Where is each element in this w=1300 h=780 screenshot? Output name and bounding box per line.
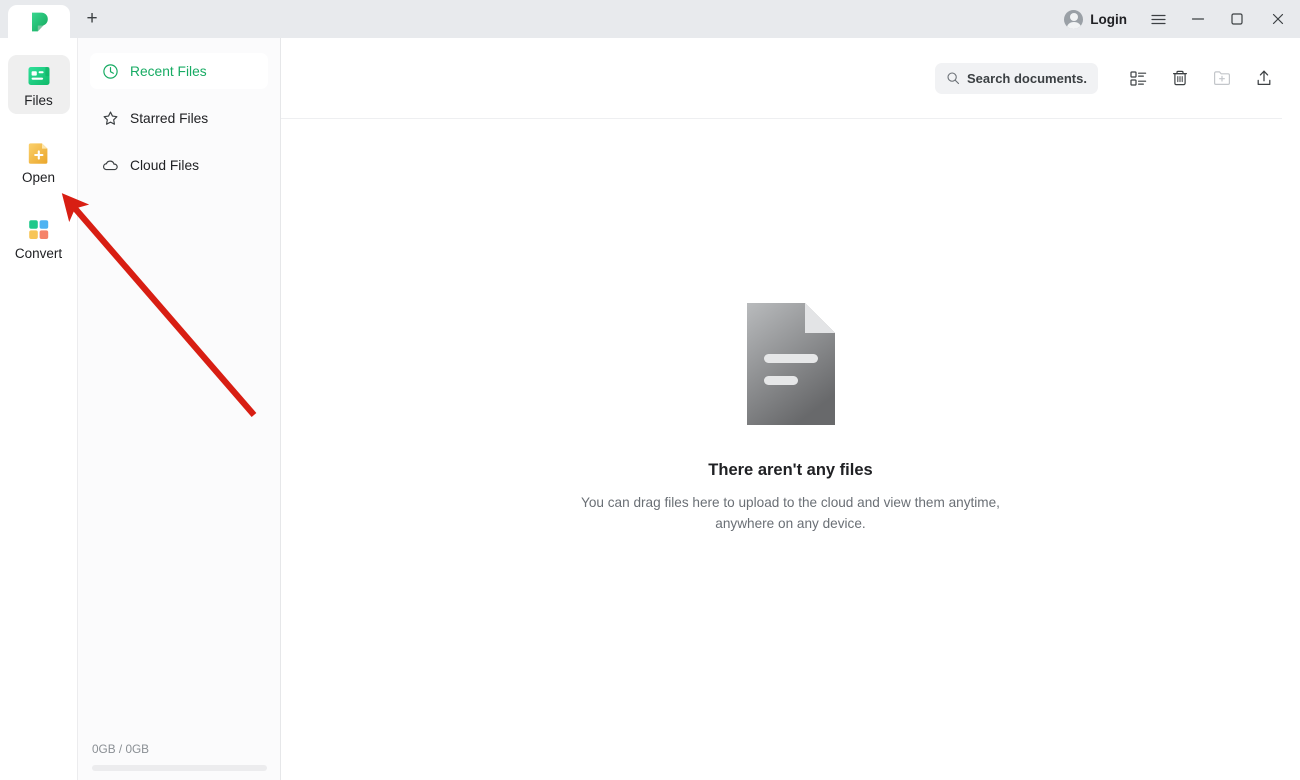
rail-item-convert[interactable]: Convert — [8, 208, 70, 267]
open-file-plus-icon — [28, 142, 47, 164]
account-avatar-icon — [1064, 9, 1084, 29]
app-tab[interactable] — [8, 5, 70, 38]
app-window: + Login Files Open Convert Recent Files … — [0, 0, 1300, 780]
rail-item-files[interactable]: Files — [7, 55, 70, 114]
search-placeholder-text: Search documents... — [967, 70, 1087, 86]
list-view-button[interactable] — [1120, 62, 1156, 94]
empty-document-icon — [746, 303, 835, 425]
hamburger-menu-button[interactable] — [1139, 0, 1178, 38]
nav-item-starred-files[interactable]: Starred Files — [90, 100, 268, 136]
cloud-icon — [103, 160, 118, 170]
minimize-icon — [1191, 18, 1204, 20]
recycle-bin-button[interactable] — [1162, 62, 1198, 94]
nav-item-cloud-files[interactable]: Cloud Files — [90, 147, 268, 183]
app-logo-p-icon — [32, 12, 48, 31]
empty-state-subtitle: You can drag files here to upload to the… — [581, 495, 1000, 532]
trash-icon — [1173, 70, 1187, 86]
rail-item-label: Files — [24, 93, 53, 108]
clock-icon — [103, 63, 118, 79]
empty-state-title: There aren't any files — [708, 461, 873, 479]
files-icon — [28, 67, 49, 85]
upload-button[interactable] — [1246, 62, 1282, 94]
login-button[interactable]: Login — [1054, 0, 1139, 38]
nav-pane: Recent Files Starred Files Cloud Files 0… — [78, 38, 281, 780]
storage-indicator: 0GB / 0GB — [78, 742, 281, 780]
empty-state: There aren't any files You can drag file… — [281, 118, 1300, 780]
new-folder-button[interactable] — [1204, 62, 1240, 94]
star-icon — [103, 110, 118, 125]
nav-item-label: Cloud Files — [130, 157, 200, 173]
content-toolbar: Search documents... — [281, 38, 1300, 118]
nav-list: Recent Files Starred Files Cloud Files — [78, 38, 280, 183]
search-input[interactable]: Search documents... — [935, 62, 1098, 94]
nav-item-label: Recent Files — [130, 63, 207, 79]
list-view-icon — [1129, 70, 1146, 86]
tab-strip: + — [0, 0, 112, 38]
rail-item-label: Convert — [14, 246, 63, 261]
rail-item-open[interactable]: Open — [8, 132, 70, 191]
search-icon — [947, 72, 960, 85]
login-label: Login — [1090, 11, 1127, 27]
rail-item-label: Open — [21, 169, 56, 185]
new-tab-button[interactable]: + — [72, 2, 112, 35]
main-content: Search documents... There aren't any fil… — [281, 38, 1300, 780]
maximize-icon — [1230, 13, 1243, 25]
nav-item-label: Starred Files — [130, 110, 209, 126]
nav-item-recent-files[interactable]: Recent Files — [90, 53, 268, 89]
close-icon — [1272, 13, 1284, 25]
upload-icon — [1257, 70, 1271, 86]
convert-grid-icon — [28, 220, 48, 239]
storage-progress-track — [92, 765, 267, 771]
title-bar: + Login — [0, 0, 1300, 38]
storage-usage-text: 0GB / 0GB — [92, 742, 150, 756]
minimize-button[interactable] — [1178, 0, 1217, 38]
title-bar-controls: Login — [1054, 0, 1300, 38]
hamburger-menu-icon — [1151, 14, 1166, 24]
maximize-button[interactable] — [1217, 0, 1256, 38]
close-button[interactable] — [1256, 0, 1300, 38]
new-folder-icon — [1214, 71, 1230, 85]
left-rail: Files Open Convert — [0, 38, 78, 780]
